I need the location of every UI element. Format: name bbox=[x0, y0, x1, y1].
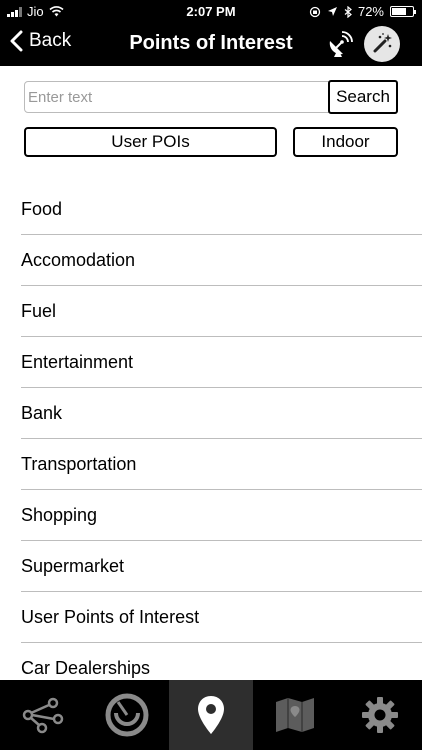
tab-map[interactable] bbox=[253, 680, 337, 750]
list-item-car-dealerships[interactable]: Car Dealerships bbox=[21, 643, 422, 680]
status-right: 72% bbox=[309, 4, 416, 19]
magic-wand-button[interactable] bbox=[364, 26, 400, 62]
tab-points-of-interest[interactable] bbox=[168, 680, 254, 750]
orientation-lock-icon bbox=[309, 6, 321, 17]
gear-icon bbox=[361, 697, 398, 733]
list-item-user-points-of-interest[interactable]: User Points of Interest bbox=[21, 592, 422, 643]
tab-route[interactable] bbox=[0, 680, 84, 750]
indoor-button[interactable]: Indoor bbox=[293, 127, 398, 157]
status-bar: Jio 2:07 PM 72% bbox=[0, 0, 422, 22]
battery-percent: 72% bbox=[357, 4, 384, 19]
list-item-shopping[interactable]: Shopping bbox=[21, 490, 422, 541]
list-item-supermarket[interactable]: Supermarket bbox=[21, 541, 422, 592]
list-item-food[interactable]: Food bbox=[21, 184, 422, 235]
tab-bar bbox=[0, 680, 422, 750]
route-nodes-icon bbox=[22, 697, 64, 734]
location-pin-icon bbox=[198, 696, 225, 734]
battery-icon bbox=[390, 6, 416, 17]
navigation-bar: Back Points of Interest bbox=[0, 22, 422, 66]
list-item-fuel[interactable]: Fuel bbox=[21, 286, 422, 337]
list-item-accomodation[interactable]: Accomodation bbox=[21, 235, 422, 286]
tab-radar[interactable] bbox=[84, 680, 168, 750]
location-arrow-icon bbox=[327, 7, 337, 16]
battery-fill bbox=[392, 8, 407, 15]
tab-settings[interactable] bbox=[338, 680, 422, 750]
radar-icon bbox=[105, 693, 149, 737]
poi-category-list: Food Accomodation Fuel Entertainment Ban… bbox=[0, 184, 422, 680]
satellite-dish-icon bbox=[329, 31, 353, 57]
magic-wand-icon bbox=[373, 33, 392, 53]
list-item-entertainment[interactable]: Entertainment bbox=[21, 337, 422, 388]
user-pois-button[interactable]: User POIs bbox=[24, 127, 277, 157]
list-item-bank[interactable]: Bank bbox=[21, 388, 422, 439]
search-input[interactable] bbox=[24, 81, 330, 113]
list-item-transportation[interactable]: Transportation bbox=[21, 439, 422, 490]
satellite-dish-button[interactable] bbox=[322, 26, 358, 62]
search-button[interactable]: Search bbox=[328, 80, 398, 114]
page-title: Points of Interest bbox=[129, 32, 293, 54]
bluetooth-icon bbox=[344, 5, 352, 18]
map-icon bbox=[276, 698, 315, 732]
